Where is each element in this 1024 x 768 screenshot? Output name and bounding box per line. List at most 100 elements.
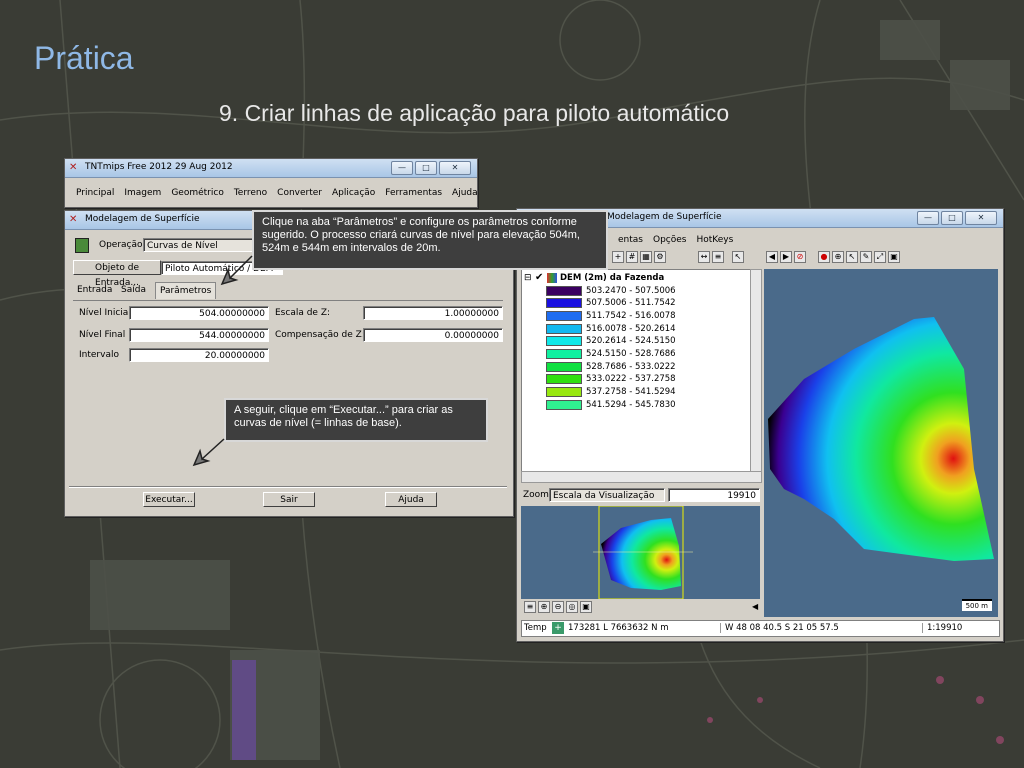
legend-range: 541.5294 - 545.7830 xyxy=(586,399,676,410)
viewer-minimize-button[interactable]: — xyxy=(917,211,939,225)
legend-scrollbar[interactable] xyxy=(750,269,762,473)
layer-expand-icon[interactable]: ⊟ xyxy=(524,273,532,283)
interval-label: Intervalo xyxy=(79,350,119,360)
layer-raster-icon xyxy=(547,273,557,283)
overview-map[interactable] xyxy=(521,506,760,599)
menu-geometrico[interactable]: Geométrico xyxy=(166,188,229,198)
zoom-label: Zoom xyxy=(523,490,549,500)
pointer-icon[interactable]: ↖ xyxy=(846,251,858,263)
menu-ferramentas[interactable]: Ferramentas xyxy=(380,188,447,198)
operation-label: Operação xyxy=(99,240,143,250)
legend-range: 520.2614 - 524.5150 xyxy=(586,336,676,347)
map-icon[interactable]: ▣ xyxy=(888,251,900,263)
arrow-icon xyxy=(220,255,253,286)
run-button[interactable]: Executar... xyxy=(143,492,195,507)
legend-swatch xyxy=(546,387,582,398)
main-map-view[interactable]: 500 m xyxy=(764,269,998,617)
z-offset-label: Compensação de Z: xyxy=(275,330,365,340)
initial-level-field[interactable]: 504.00000000 xyxy=(129,306,269,320)
legend-range: 503.2470 - 507.5006 xyxy=(586,285,676,296)
menu-aplicacao[interactable]: Aplicação xyxy=(327,188,380,198)
legend-item: 533.0222 - 537.2758 xyxy=(546,374,676,385)
zoom-mode-select[interactable]: Escala da Visualização xyxy=(549,488,665,502)
viewer-title: Modelagem de Superfície xyxy=(607,212,722,222)
minimize-button[interactable]: — xyxy=(391,161,413,175)
zoom-out-small-icon[interactable]: ⊖ xyxy=(552,601,564,613)
zoom-in-small-icon[interactable]: ⊕ xyxy=(538,601,550,613)
layer-check-icon[interactable]: ✔ xyxy=(535,272,543,283)
menu-imagem[interactable]: Imagem xyxy=(119,188,166,198)
legend-swatch xyxy=(546,298,582,309)
viewer-maximize-button[interactable]: □ xyxy=(941,211,963,225)
interval-field[interactable]: 20.00000000 xyxy=(129,348,269,362)
legend-item: 516.0078 - 520.2614 xyxy=(546,323,676,334)
menu-converter[interactable]: Converter xyxy=(272,188,327,198)
legend-item: 520.2614 - 524.5150 xyxy=(546,336,676,347)
grid-icon[interactable]: # xyxy=(626,251,638,263)
surface-app-icon: ✕ xyxy=(69,214,78,225)
menu-ajuda[interactable]: Ajuda xyxy=(447,188,483,198)
stop-icon[interactable]: ● xyxy=(818,251,830,263)
cancel-icon[interactable]: ⊘ xyxy=(794,251,806,263)
menu-terreno[interactable]: Terreno xyxy=(229,188,272,198)
pencil-icon[interactable]: ✎ xyxy=(860,251,872,263)
measure-icon[interactable]: ⤢ xyxy=(874,251,886,263)
status-label: Temp xyxy=(524,623,547,633)
legend-hscrollbar[interactable] xyxy=(521,471,762,483)
tntmips-titlebar[interactable]: ✕ TNTmips Free 2012 29 Aug 2012 — □ ✕ xyxy=(65,159,477,178)
layer-icon[interactable]: ≡ xyxy=(712,251,724,263)
z-offset-field[interactable]: 0.00000000 xyxy=(363,328,503,342)
tab-entrada[interactable]: Entrada xyxy=(73,282,116,298)
legend-range: 537.2758 - 541.5294 xyxy=(586,387,676,398)
magnify-icon[interactable]: ◎ xyxy=(566,601,578,613)
menu-hotkeys[interactable]: HotKeys xyxy=(691,235,738,245)
parameters-callout: Clique na aba “Parâmetros” e configure o… xyxy=(252,210,608,270)
final-level-field[interactable]: 544.00000000 xyxy=(129,328,269,342)
legend-swatch xyxy=(546,285,582,296)
nav-back-icon[interactable]: ◀ xyxy=(766,251,778,263)
table-icon[interactable]: ▦ xyxy=(640,251,652,263)
zoom-value-field[interactable]: 19910 xyxy=(668,488,760,502)
zoom-in-icon[interactable]: + xyxy=(612,251,624,263)
menu-ferramentas-viewer[interactable]: entas xyxy=(613,235,648,245)
close-button[interactable]: ✕ xyxy=(439,161,471,175)
slide-subtitle: 9. Criar linhas de aplicação para piloto… xyxy=(219,100,730,126)
menu-principal[interactable]: Principal xyxy=(71,188,119,198)
tab-saida[interactable]: Saída xyxy=(117,282,150,298)
slide-title: Prática xyxy=(34,40,134,76)
zoom-icon[interactable]: ⊕ xyxy=(832,251,844,263)
legend-swatch xyxy=(546,336,582,347)
legend-range: 516.0078 - 520.2614 xyxy=(586,323,676,334)
crosshair-icon[interactable]: + xyxy=(552,622,564,634)
bottom-toolbar: ≡ ⊕ ⊖ ◎ ▣ ◀ xyxy=(522,600,760,616)
input-object-button[interactable]: Objeto de Entrada... xyxy=(73,260,161,288)
settings-icon[interactable]: ⚙ xyxy=(654,251,666,263)
legend-item: 503.2470 - 507.5006 xyxy=(546,285,676,296)
tntmips-title: TNTmips Free 2012 29 Aug 2012 xyxy=(85,162,233,172)
legend-range: 533.0222 - 537.2758 xyxy=(586,374,676,385)
exit-button[interactable]: Sair xyxy=(263,492,315,507)
viewer-close-button[interactable]: ✕ xyxy=(965,211,997,225)
status-coords: 173281 L 7663632 N m xyxy=(568,623,669,633)
dem-raster xyxy=(768,317,994,561)
overview-raster xyxy=(593,506,693,599)
tntmips-app-icon: ✕ xyxy=(69,162,78,173)
maximize-button[interactable]: □ xyxy=(415,161,437,175)
arrow-icon xyxy=(192,438,225,467)
legend-item: 541.5294 - 545.7830 xyxy=(546,399,676,410)
status-scale: 1:19910 xyxy=(922,623,962,633)
tntmips-menubar: Principal Imagem Geométrico Terreno Conv… xyxy=(65,185,478,201)
help-button[interactable]: Ajuda xyxy=(385,492,437,507)
scalebar: 500 m xyxy=(961,599,992,611)
initial-level-label: Nível Inicial xyxy=(79,308,131,318)
menu-opcoes[interactable]: Opções xyxy=(648,235,691,245)
legend-view-icon[interactable]: ≡ xyxy=(524,601,536,613)
nav-forward-icon[interactable]: ▶ xyxy=(780,251,792,263)
arrows-icon[interactable]: ↔ xyxy=(698,251,710,263)
full-extent-icon[interactable]: ▣ xyxy=(580,601,592,613)
cursor-icon[interactable]: ↖ xyxy=(732,251,744,263)
z-scale-field[interactable]: 1.00000000 xyxy=(363,306,503,320)
scroll-left-icon[interactable]: ◀ xyxy=(752,602,758,611)
legend-range: 507.5006 - 511.7542 xyxy=(586,298,676,309)
tab-parametros[interactable]: Parâmetros xyxy=(155,282,217,299)
